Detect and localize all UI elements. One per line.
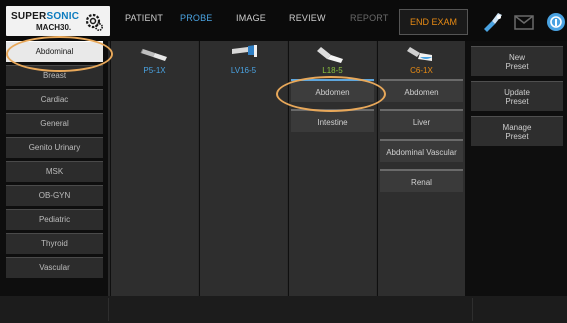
sidebar-item-msk[interactable]: MSK [6,161,103,182]
sidebar-item-thyroid[interactable]: Thyroid [6,233,103,254]
help-icon[interactable] [545,9,567,35]
probe-column-c6-1x[interactable]: C6-1X Abdomen Liver Abdominal Vascular R… [377,41,465,296]
tab-review[interactable]: REVIEW [289,13,326,23]
preset-abdomen-button[interactable]: Abdomen [380,79,463,102]
preset-abdomen-button[interactable]: Abdomen [291,79,374,102]
probe-image-icon [140,48,167,61]
probe-name: LV16-5 [230,66,257,75]
preset-liver-button[interactable]: Liver [380,109,463,132]
mail-icon[interactable] [512,10,536,34]
probe-column-l18-5[interactable]: L18-5 Abdomen Intestine [288,41,376,296]
probe-name: C6-1X [410,66,433,75]
sidebar-item-general[interactable]: General [6,113,103,134]
probe-icon[interactable] [480,9,506,35]
update-preset-button[interactable]: Update Preset [471,81,563,111]
bottom-bar [0,296,567,323]
preset-renal-button[interactable]: Renal [380,169,463,192]
manage-preset-button[interactable]: Manage Preset [471,116,563,146]
probe-name: P5-1X [143,66,166,75]
sidebar-item-pediatric[interactable]: Pediatric [6,209,103,230]
probe-area: P5-1X LV16-5 L18-5 Abdomen Intestine C6-… [108,41,465,296]
probe-column-lv16-5[interactable]: LV16-5 [199,41,287,296]
top-bar: SUPERSONIC MACH30. PATIENT PROBE IMAGE R… [0,0,567,42]
end-exam-button[interactable]: END EXAM [399,9,468,35]
application-sidebar: Abdominal Breast Cardiac General Genito … [0,41,108,296]
brand-name: SUPERSONIC [11,11,80,22]
preset-actions-panel: New Preset Update Preset Manage Preset [465,41,567,296]
bottom-divider [472,298,473,321]
sidebar-item-cardiac[interactable]: Cardiac [6,89,103,110]
probe-image-icon [232,45,257,57]
tab-probe[interactable]: PROBE [180,13,213,23]
new-preset-button[interactable]: New Preset [471,46,563,76]
sidebar-item-ob-gyn[interactable]: OB-GYN [6,185,103,206]
probe-image-icon [317,47,343,63]
preset-abdominal-vascular-button[interactable]: Abdominal Vascular [380,139,463,162]
sidebar-item-breast[interactable]: Breast [6,65,103,86]
probe-name: L18-5 [322,66,343,75]
preset-intestine-button[interactable]: Intestine [291,109,374,132]
sidebar-item-genito-urinary[interactable]: Genito Urinary [6,137,103,158]
tab-image[interactable]: IMAGE [236,13,266,23]
gear-logo-icon [85,13,104,32]
sidebar-item-vascular[interactable]: Vascular [6,257,103,278]
tab-patient[interactable]: PATIENT [125,13,163,23]
probe-image-icon [407,47,432,61]
logo: SUPERSONIC MACH30. [6,6,110,36]
model-name: MACH30. [36,23,72,32]
bottom-divider [108,298,109,321]
probe-column-p5-1x[interactable]: P5-1X [110,41,198,296]
tab-report[interactable]: REPORT [350,13,389,23]
sidebar-item-abdominal[interactable]: Abdominal [6,41,103,62]
